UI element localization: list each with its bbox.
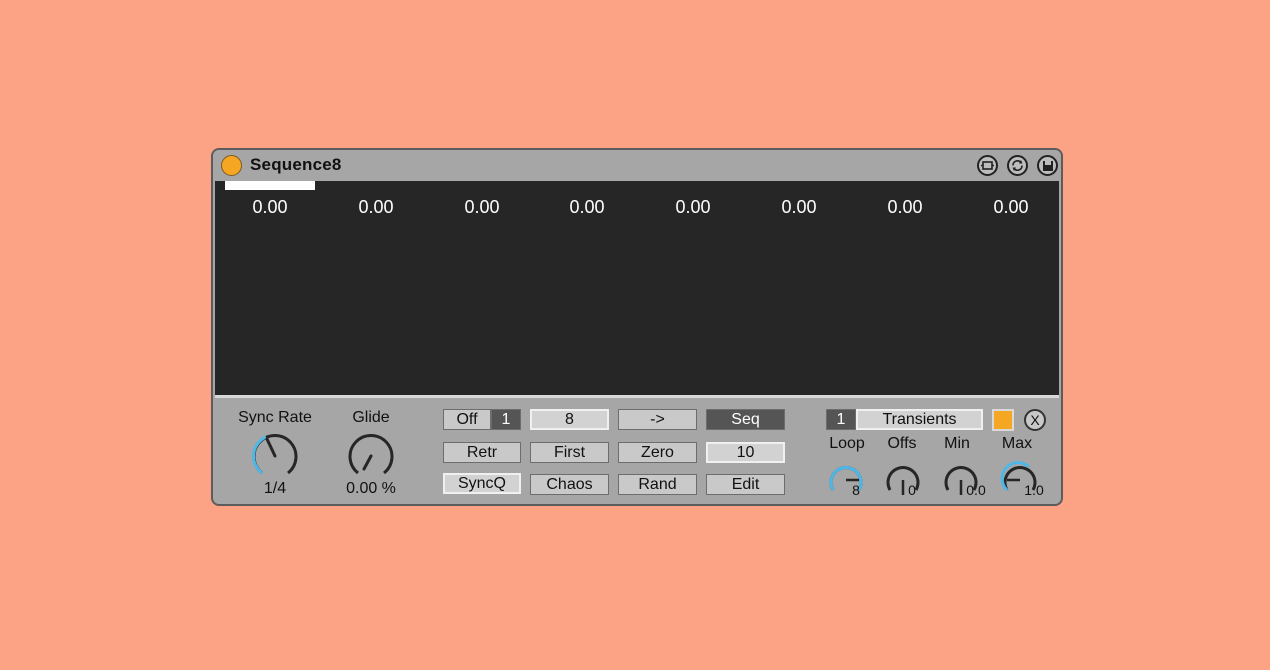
step-value-1: 0.00	[252, 197, 288, 217]
rand-button[interactable]: Rand	[618, 474, 697, 495]
chaos-button[interactable]: Chaos	[530, 474, 609, 495]
zero-button[interactable]: Zero	[618, 442, 697, 463]
transients-button[interactable]: Transients	[856, 409, 983, 430]
map-icon[interactable]	[977, 155, 998, 176]
steps-number-box[interactable]: 8	[530, 409, 609, 430]
max-label: Max	[1001, 435, 1033, 452]
device-title: Sequence8	[250, 155, 342, 174]
step-value-8: 0.00	[993, 197, 1029, 217]
step-value-2: 0.00	[358, 197, 394, 217]
playhead-indicator	[225, 181, 315, 190]
edit-button[interactable]: Edit	[706, 474, 785, 495]
save-icon[interactable]	[1037, 155, 1058, 176]
hot-swap-icon[interactable]	[1007, 155, 1028, 176]
direction-button[interactable]: ->	[618, 409, 697, 430]
step-value-7: 0.00	[887, 197, 923, 217]
step-value-3: 0.00	[464, 197, 500, 217]
min-label: Min	[944, 435, 970, 452]
glide-value: 0.00 %	[346, 480, 396, 497]
step-sequencer-display[interactable]: 0.00 0.00 0.00 0.00 0.00 0.00 0.00 0.00	[215, 181, 1059, 398]
retr-button[interactable]: Retr	[443, 442, 521, 463]
sync-rate-label: Sync Rate	[238, 409, 312, 426]
transients-number-box[interactable]: 1	[826, 409, 856, 430]
loop-value: 8	[852, 482, 860, 498]
sync-rate-knob[interactable]	[248, 431, 302, 481]
min-value: 0.0	[966, 482, 986, 498]
offs-label: Offs	[887, 435, 917, 452]
off-button[interactable]: Off	[443, 409, 491, 430]
syncq-button[interactable]: SyncQ	[443, 473, 521, 494]
step-value-6: 0.00	[781, 197, 817, 217]
step-value-5: 0.00	[675, 197, 711, 217]
max-value: 1.0	[1024, 482, 1044, 498]
device-titlebar: Sequence8	[213, 150, 1061, 181]
loop-label: Loop	[829, 435, 865, 452]
seq-button[interactable]: Seq	[706, 409, 785, 430]
offs-value: 0	[908, 482, 916, 498]
glide-knob[interactable]	[344, 431, 398, 481]
off-number-box[interactable]: 1	[491, 409, 521, 430]
ten-number-box[interactable]: 10	[706, 442, 785, 463]
sync-rate-value: 1/4	[263, 480, 287, 497]
device-power-button[interactable]	[221, 155, 242, 176]
sequence8-device: Sequence8 0.00 0.00 0.00 0.00 0.00 0.00 …	[211, 148, 1063, 506]
glide-label: Glide	[352, 409, 390, 426]
color-toggle[interactable]	[992, 409, 1014, 431]
step-value-4: 0.00	[569, 197, 605, 217]
close-x-button[interactable]: X	[1024, 409, 1046, 431]
first-button[interactable]: First	[530, 442, 609, 463]
